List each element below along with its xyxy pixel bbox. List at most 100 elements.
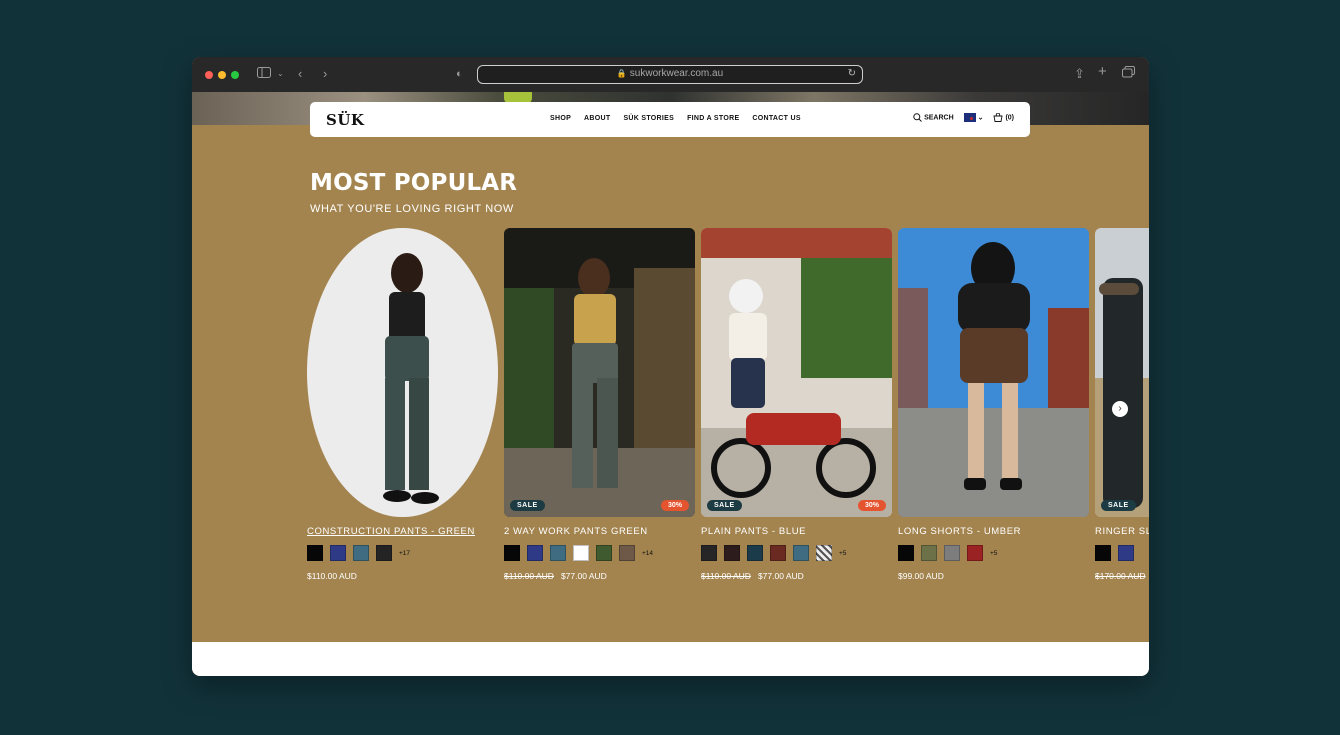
more-colors-count[interactable]: +14	[642, 550, 653, 557]
sale-badge: SALE	[707, 500, 742, 511]
section-subtitle: WHAT YOU'RE LOVING RIGHT NOW	[310, 203, 514, 215]
discount-badge: 30%	[857, 500, 886, 511]
australia-flag-icon	[963, 113, 976, 122]
color-swatch[interactable]	[504, 545, 520, 561]
chevron-down-icon[interactable]: ⌄	[277, 66, 284, 82]
color-swatches: +5	[898, 545, 1089, 561]
nav-item-contact[interactable]: CONTACT US	[752, 115, 800, 122]
browser-window: ⌄ ‹ › ◐ 🔒 sukworkwear.com.au ↻ ⇪ + SÜK SH…	[192, 57, 1149, 676]
next-section	[192, 642, 1149, 676]
sidebar-toggle-icon[interactable]	[257, 66, 271, 82]
product-card[interactable]: LONG SHORTS - UMBER +5 $99.00 AUD	[898, 228, 1089, 581]
price: $99.00 AUD	[898, 571, 944, 581]
color-swatch[interactable]	[353, 545, 369, 561]
color-swatches: +17	[307, 545, 498, 561]
cart-button[interactable]: (0)	[993, 112, 1014, 122]
color-swatch[interactable]	[307, 545, 323, 561]
back-arrow-icon[interactable]: ‹	[298, 66, 302, 82]
color-swatch[interactable]	[816, 545, 832, 561]
address-bar[interactable]: 🔒 sukworkwear.com.au ↻	[477, 65, 863, 84]
product-price: $170.00 AUD	[1095, 571, 1149, 581]
country-selector[interactable]: ⌄	[963, 113, 984, 122]
cart-count: (0)	[1005, 114, 1014, 122]
color-swatch[interactable]	[1095, 545, 1111, 561]
product-price: $110.00 AUD $77.00 AUD	[701, 571, 892, 581]
browser-titlebar: ⌄ ‹ › ◐ 🔒 sukworkwear.com.au ↻ ⇪ +	[192, 57, 1149, 92]
sale-price: $77.00 AUD	[757, 571, 804, 581]
product-title[interactable]: RINGER SL	[1095, 526, 1149, 537]
site-header: SÜK SHOP ABOUT SÜK STORIES FIND A STORE …	[310, 102, 1030, 137]
product-title[interactable]: PLAIN PANTS - BLUE	[701, 526, 892, 537]
product-price: $99.00 AUD	[898, 571, 1089, 581]
color-swatch[interactable]	[1118, 545, 1134, 561]
product-card[interactable]: SALE 30% 2 WAY WORK PANTS GREEN +14 $110…	[504, 228, 695, 581]
color-swatch[interactable]	[550, 545, 566, 561]
original-price: $110.00 AUD	[701, 571, 751, 581]
nav-item-find-store[interactable]: FIND A STORE	[687, 115, 739, 122]
shield-icon[interactable]: ◐	[456, 66, 463, 82]
product-title[interactable]: LONG SHORTS - UMBER	[898, 526, 1089, 537]
color-swatch[interactable]	[330, 545, 346, 561]
maximize-window-button[interactable]	[231, 71, 239, 79]
nav-item-shop[interactable]: SHOP	[550, 115, 571, 122]
color-swatch[interactable]	[619, 545, 635, 561]
reload-icon[interactable]: ↻	[848, 66, 856, 82]
carousel-next-button[interactable]: ›	[1112, 401, 1128, 417]
cart-icon	[993, 112, 1004, 122]
color-swatch[interactable]	[527, 545, 543, 561]
tabs-overview-icon[interactable]	[1122, 66, 1135, 82]
site-logo[interactable]: SÜK	[326, 111, 364, 129]
main-nav: SHOP ABOUT SÜK STORIES FIND A STORE CONT…	[550, 115, 801, 122]
color-swatch[interactable]	[967, 545, 983, 561]
discount-badge: 30%	[660, 500, 689, 511]
chevron-down-icon: ⌄	[977, 114, 984, 122]
page-content: SÜK SHOP ABOUT SÜK STORIES FIND A STORE …	[192, 92, 1149, 676]
product-image[interactable]	[898, 228, 1089, 517]
forward-arrow-icon[interactable]: ›	[323, 66, 327, 82]
original-price: $170.00 AUD	[1095, 571, 1146, 581]
close-window-button[interactable]	[205, 71, 213, 79]
new-tab-icon[interactable]: +	[1098, 64, 1107, 80]
more-colors-count[interactable]: +5	[839, 550, 846, 557]
search-button[interactable]: SEARCH	[913, 113, 954, 122]
product-image[interactable]: SALE 30%	[701, 228, 892, 517]
color-swatch[interactable]	[376, 545, 392, 561]
sale-price: $77.00 AUD	[560, 571, 607, 581]
search-label: SEARCH	[924, 114, 954, 122]
product-title[interactable]: 2 WAY WORK PANTS GREEN	[504, 526, 695, 537]
nav-item-about[interactable]: ABOUT	[584, 115, 610, 122]
color-swatches: +14	[504, 545, 695, 561]
color-swatch[interactable]	[596, 545, 612, 561]
lock-icon: 🔒	[616, 69, 627, 78]
sale-badge: SALE	[510, 500, 545, 511]
product-price: $110.00 AUD $77.00 AUD	[504, 571, 695, 581]
product-image[interactable]: SALE	[1095, 228, 1149, 517]
header-actions: SEARCH ⌄ (0)	[913, 112, 1014, 122]
color-swatch[interactable]	[701, 545, 717, 561]
color-swatch[interactable]	[921, 545, 937, 561]
color-swatch[interactable]	[770, 545, 786, 561]
product-card[interactable]: CONSTRUCTION PANTS - GREEN +17 $110.00 A…	[307, 228, 498, 581]
more-colors-count[interactable]: +5	[990, 550, 997, 557]
color-swatches	[1095, 545, 1149, 561]
nav-item-stories[interactable]: SÜK STORIES	[623, 115, 674, 122]
share-icon[interactable]: ⇪	[1074, 66, 1085, 82]
more-colors-count[interactable]: +17	[399, 550, 410, 557]
product-title[interactable]: CONSTRUCTION PANTS - GREEN	[307, 526, 498, 537]
original-price: $110.00 AUD	[504, 571, 554, 581]
chevron-right-icon: ›	[1118, 403, 1122, 414]
color-swatches: +5	[701, 545, 892, 561]
minimize-window-button[interactable]	[218, 71, 226, 79]
product-price: $110.00 AUD	[307, 571, 498, 581]
color-swatch[interactable]	[724, 545, 740, 561]
color-swatch[interactable]	[898, 545, 914, 561]
product-image[interactable]	[307, 228, 498, 517]
color-swatch[interactable]	[793, 545, 809, 561]
color-swatch[interactable]	[944, 545, 960, 561]
color-swatch[interactable]	[747, 545, 763, 561]
product-card[interactable]: SALE 30% PLAIN PANTS - BLUE +5 $110.00 A…	[701, 228, 892, 581]
section-title: MOST POPULAR	[310, 170, 518, 196]
product-image[interactable]: SALE 30%	[504, 228, 695, 517]
color-swatch[interactable]	[573, 545, 589, 561]
sale-badge: SALE	[1101, 500, 1136, 511]
